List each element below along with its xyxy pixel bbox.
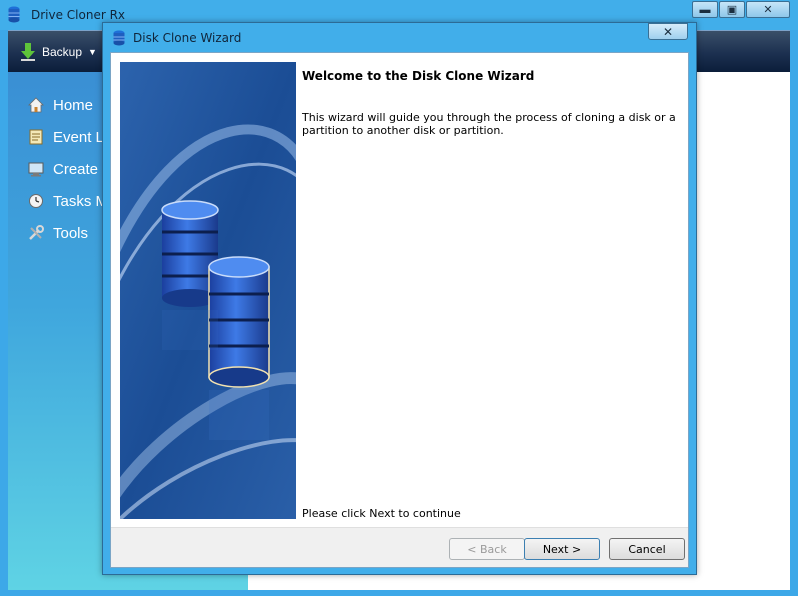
download-arrow-icon	[21, 43, 35, 61]
database-icon	[113, 30, 125, 46]
sidebar-item-tasks[interactable]: Tasks M	[28, 190, 108, 212]
backup-button[interactable]: Backup ▼	[20, 41, 97, 63]
caret-down-icon: ▼	[88, 47, 97, 57]
dialog-client-area: Welcome to the Disk Clone Wizard This wi…	[110, 52, 689, 568]
dialog-close-button[interactable]: ✕	[648, 23, 688, 40]
back-button[interactable]: < Back	[449, 538, 525, 560]
app-title: Drive Cloner Rx	[31, 8, 126, 22]
disk-clone-wizard-dialog: Disk Clone Wizard ✕ Welcome to the Disk …	[102, 22, 697, 575]
dialog-footer: < Back Next > Cancel	[111, 527, 688, 567]
close-button[interactable]: ✕	[746, 1, 790, 18]
wizard-side-image	[120, 62, 296, 519]
close-icon: ✕	[662, 24, 674, 39]
minimize-button[interactable]: ▬	[692, 1, 718, 18]
wizard-description: This wizard will guide you through the p…	[302, 111, 676, 137]
sidebar-item-label: Tools	[53, 224, 89, 242]
sidebar-item-home[interactable]: Home	[28, 94, 93, 116]
backup-label: Backup	[42, 45, 83, 59]
tools-icon	[29, 225, 44, 240]
sidebar-item-event-log[interactable]: Event Lo	[28, 126, 112, 148]
home-icon	[28, 97, 44, 113]
close-icon: ✕	[763, 4, 773, 16]
cancel-button[interactable]: Cancel	[609, 538, 685, 560]
sidebar-item-label: Tasks M	[53, 192, 109, 210]
minimize-icon: ▬	[699, 3, 711, 16]
continue-hint: Please click Next to continue	[302, 507, 461, 520]
next-button[interactable]: Next >	[524, 538, 600, 560]
create-icon	[28, 162, 44, 177]
tasks-icon	[29, 194, 43, 208]
sidebar-item-tools[interactable]: Tools	[28, 222, 88, 244]
sidebar-item-create[interactable]: Create F	[28, 158, 111, 180]
maximize-button[interactable]: ▣	[719, 1, 745, 18]
dialog-title: Disk Clone Wizard	[133, 31, 242, 45]
wizard-heading: Welcome to the Disk Clone Wizard	[302, 69, 535, 83]
database-icon	[8, 6, 20, 23]
sidebar-item-label: Home	[53, 96, 94, 114]
window-controls: ▬ ▣ ✕	[691, 1, 790, 19]
maximize-icon: ▣	[726, 4, 738, 16]
event-log-icon	[29, 129, 43, 145]
